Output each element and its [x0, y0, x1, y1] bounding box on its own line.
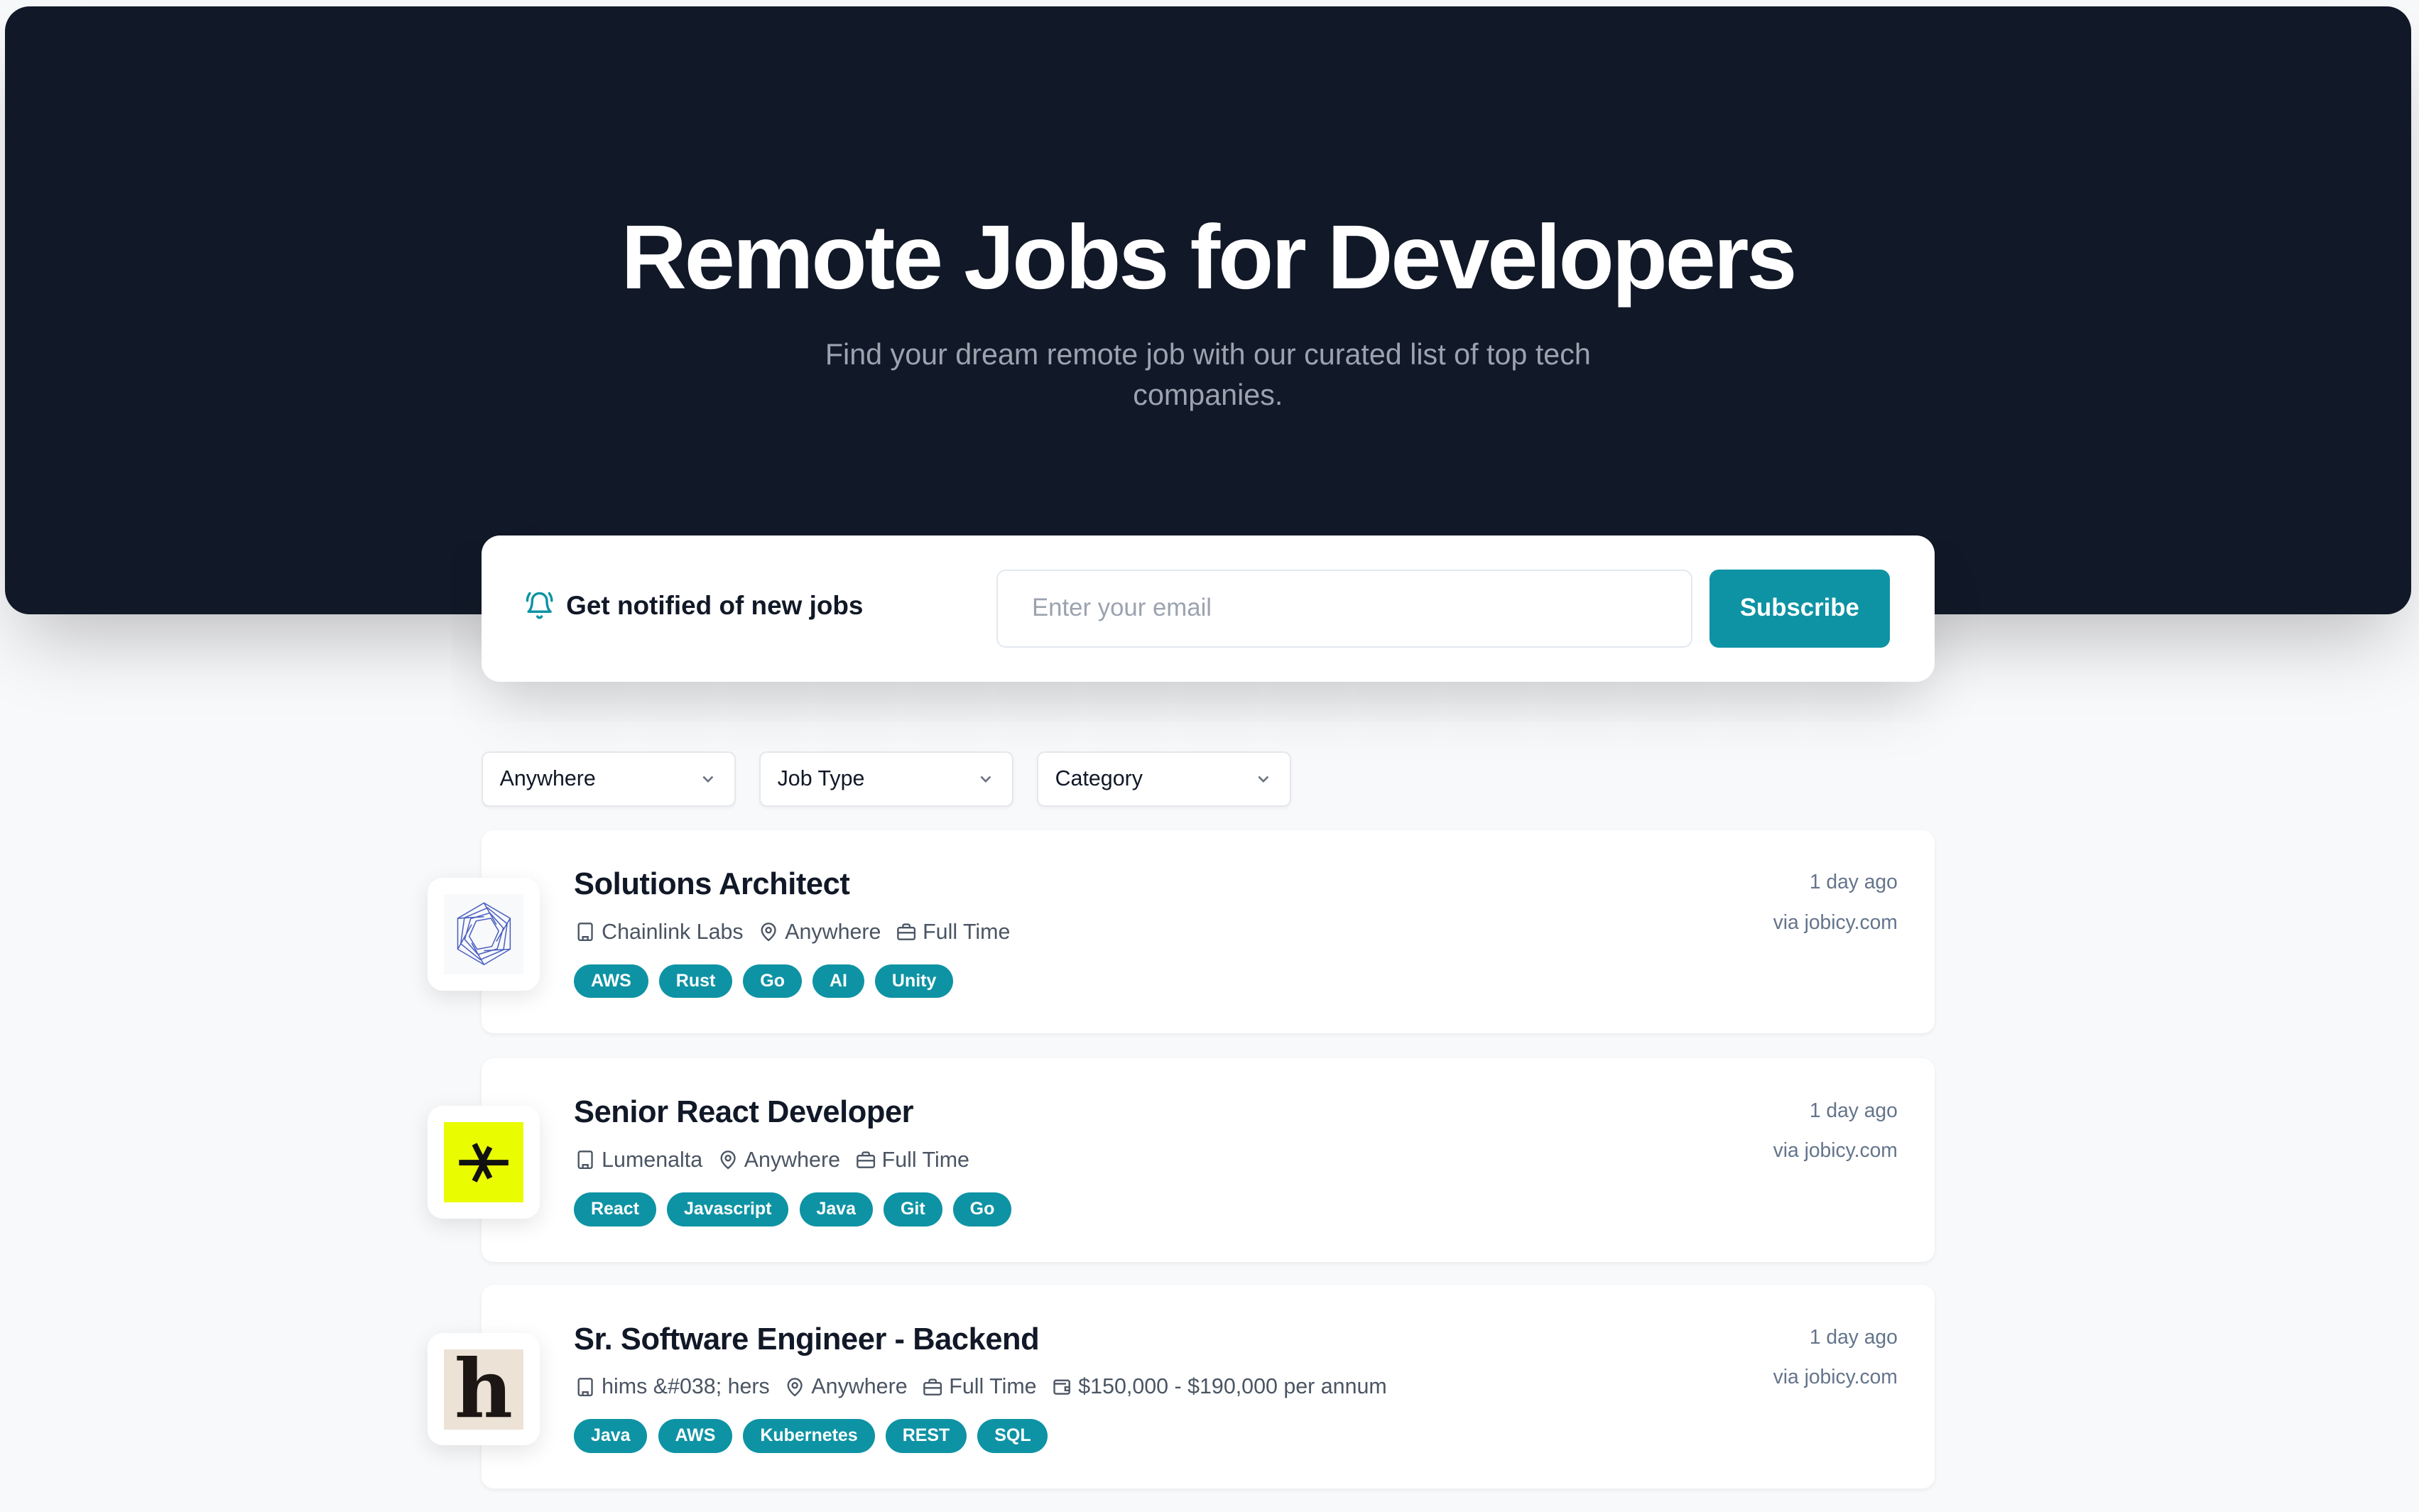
- location-filter[interactable]: Anywhere: [481, 751, 736, 807]
- map-pin-icon: [761, 923, 777, 942]
- page: Remote Jobs for Developers Find your dre…: [0, 0, 2419, 1512]
- chevron-down-icon: [1258, 776, 1269, 783]
- job-source: via jobicy.com: [1773, 910, 1898, 933]
- job-source: via jobicy.com: [1773, 1138, 1898, 1162]
- tag[interactable]: Rust: [658, 964, 733, 999]
- page-subtitle: Find your dream remote job with our cura…: [825, 338, 1591, 411]
- chevron-down-icon: [980, 776, 991, 783]
- job-location: Anywhere: [811, 1374, 908, 1399]
- job-card[interactable]: Solutions Architect Chainlink Labs Anywh…: [427, 830, 1935, 1034]
- building-icon: [577, 923, 593, 942]
- tag[interactable]: Unity: [875, 964, 954, 999]
- tag[interactable]: AI: [812, 964, 864, 999]
- tag-list: React Javascript Java Git Go: [574, 1192, 1012, 1227]
- job-type: Full Time: [923, 919, 1011, 944]
- job-type-meta: Full Time: [923, 1374, 1037, 1399]
- briefcase-icon: [897, 923, 916, 940]
- tag[interactable]: Go: [743, 964, 802, 999]
- notify-label-text: Get notified of new jobs: [566, 590, 864, 620]
- company-meta: hims &#038; hers: [575, 1374, 770, 1399]
- notify-label: Get notified of new jobs: [525, 590, 864, 621]
- notify-card: Get notified of new jobs Subscribe: [481, 535, 1935, 682]
- tag[interactable]: Kubernetes: [743, 1419, 875, 1454]
- posted-time: 1 day ago: [1809, 870, 1898, 893]
- tag[interactable]: REST: [885, 1419, 967, 1454]
- hero-banner: Remote Jobs for Developers Find your dre…: [4, 6, 2412, 614]
- company-logo: h: [427, 1332, 540, 1446]
- building-icon: [577, 1377, 593, 1396]
- tag[interactable]: SQL: [977, 1419, 1048, 1454]
- job-type: Full Time: [949, 1374, 1037, 1399]
- job-type: Full Time: [881, 1148, 969, 1173]
- job-location: Anywhere: [744, 1148, 840, 1173]
- location-meta: Anywhere: [718, 1148, 840, 1173]
- chainlink-labs-logo: [457, 902, 511, 966]
- tag[interactable]: Java: [574, 1419, 648, 1454]
- tag[interactable]: Go: [952, 1192, 1012, 1227]
- tag[interactable]: React: [574, 1192, 656, 1227]
- salary-range: $150,000 - $190,000 per annum: [1078, 1374, 1387, 1399]
- posted-time: 1 day ago: [1809, 1325, 1898, 1348]
- job-card[interactable]: h Sr. Software Engineer - Backend hims &…: [427, 1285, 1935, 1489]
- company-meta: Chainlink Labs: [575, 919, 744, 945]
- tag-list: Java AWS Kubernetes REST SQL: [574, 1419, 1048, 1454]
- company-name: Lumenalta: [602, 1148, 703, 1173]
- job-meta: Chainlink Labs Anywhere Full Time: [575, 920, 1010, 945]
- job-meta: hims &#038; hers Anywhere Full Time $150…: [575, 1374, 1387, 1399]
- tag[interactable]: Javascript: [667, 1192, 789, 1227]
- job-title[interactable]: Solutions Architect: [574, 867, 850, 902]
- job-type-filter-label: Job Type: [777, 766, 865, 791]
- filter-bar: Anywhere Job Type Category: [481, 751, 1292, 807]
- job-card[interactable]: Senior React Developer Lumenalta Anywher…: [427, 1058, 1935, 1262]
- job-location: Anywhere: [785, 919, 881, 944]
- company-logo: [427, 877, 540, 991]
- page-title: Remote Jobs for Developers: [621, 206, 1797, 308]
- category-filter[interactable]: Category: [1036, 751, 1292, 807]
- salary-meta: $150,000 - $190,000 per annum: [1052, 1374, 1387, 1399]
- briefcase-icon: [923, 1378, 942, 1396]
- company-name: hims &#038; hers: [602, 1374, 770, 1399]
- job-title[interactable]: Senior React Developer: [574, 1095, 914, 1130]
- bell-ring-icon: [526, 592, 553, 619]
- map-pin-icon: [720, 1151, 736, 1170]
- company-logo: [427, 1106, 540, 1219]
- job-meta: Lumenalta Anywhere Full Time: [575, 1148, 969, 1173]
- hims-hers-logo: h: [454, 1341, 513, 1436]
- location-meta: Anywhere: [759, 920, 881, 945]
- category-filter-label: Category: [1055, 766, 1143, 791]
- job-title[interactable]: Sr. Software Engineer - Backend: [574, 1322, 1040, 1357]
- company-meta: Lumenalta: [575, 1148, 702, 1173]
- posted-time: 1 day ago: [1809, 1098, 1898, 1121]
- tag[interactable]: AWS: [658, 1419, 733, 1454]
- tag-list: AWS Rust Go AI Unity: [574, 964, 954, 999]
- email-input[interactable]: [996, 569, 1692, 648]
- job-type-meta: Full Time: [896, 920, 1010, 945]
- job-type-filter[interactable]: Job Type: [759, 751, 1014, 807]
- location-filter-label: Anywhere: [499, 766, 596, 791]
- lumenalta-logo: [459, 1142, 509, 1182]
- subscribe-button[interactable]: Subscribe: [1709, 569, 1890, 648]
- map-pin-icon: [788, 1377, 803, 1397]
- job-source: via jobicy.com: [1773, 1365, 1898, 1388]
- tag[interactable]: Git: [884, 1192, 942, 1227]
- job-type-meta: Full Time: [856, 1148, 969, 1173]
- wallet-icon: [1053, 1379, 1071, 1395]
- chevron-down-icon: [702, 776, 714, 783]
- tag[interactable]: AWS: [574, 964, 648, 999]
- tag[interactable]: Java: [799, 1192, 873, 1227]
- company-name: Chainlink Labs: [602, 919, 744, 944]
- location-meta: Anywhere: [785, 1374, 908, 1399]
- briefcase-icon: [856, 1151, 875, 1169]
- building-icon: [577, 1151, 593, 1170]
